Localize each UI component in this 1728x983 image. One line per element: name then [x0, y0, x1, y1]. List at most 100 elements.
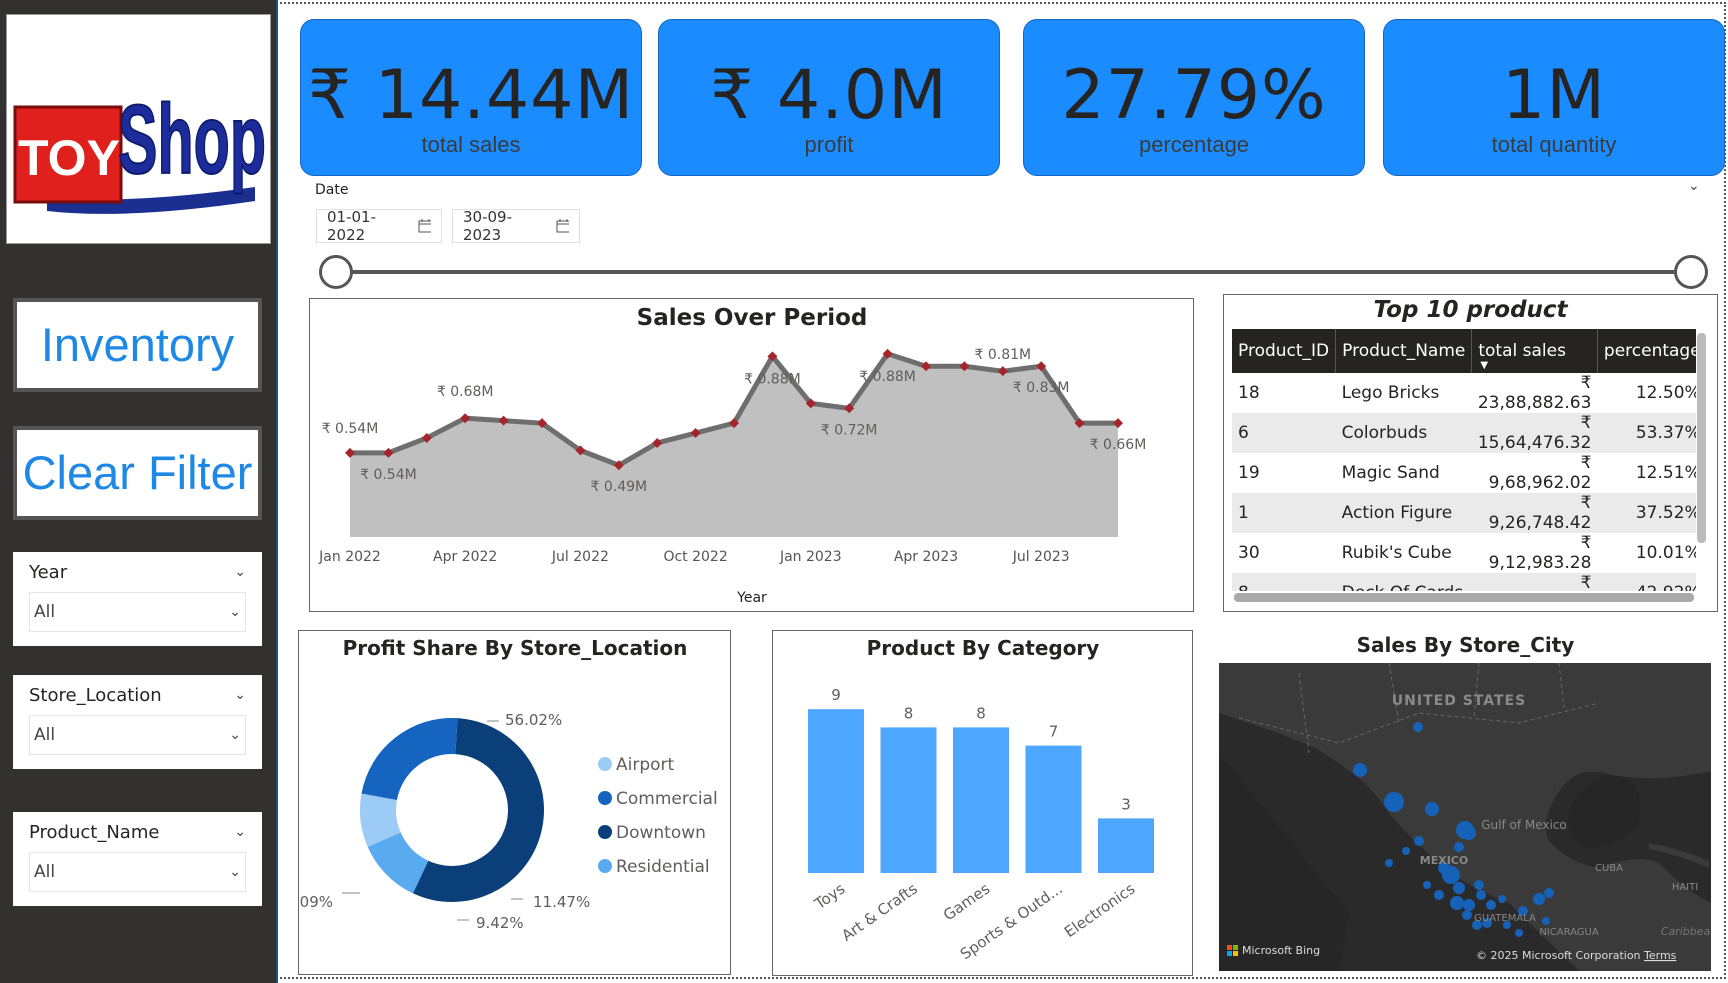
sales-data-label: ₹ 0.54M	[360, 467, 417, 483]
table-cell: 12.51%	[1635, 463, 1696, 483]
table-cell: 42.92%	[1597, 573, 1696, 591]
sales-data-label: ₹ 0.49M	[590, 479, 647, 495]
sales-x-tick: Apr 2023	[894, 549, 958, 565]
toyshop-logo: TOY Shop	[6, 14, 271, 244]
kpi-percentage: 27.79% percentage	[1023, 19, 1365, 176]
chevron-down-icon: ⌄	[229, 864, 241, 880]
category-bar[interactable]	[808, 709, 864, 873]
legend-label[interactable]: Residential	[616, 857, 710, 877]
table-row[interactable]: 1 Action Figure ₹ 9,26,748.42 37.52%	[1232, 493, 1696, 533]
end-date-value: 30-09-2023	[463, 208, 512, 244]
year-slicer: Year ⌄ All ⌄	[13, 552, 262, 646]
calendar-icon[interactable]	[418, 219, 431, 233]
map-label-gulf: Gulf of Mexico	[1481, 818, 1567, 832]
chevron-down-icon[interactable]: ⌄	[234, 687, 246, 703]
donut-slice[interactable]	[361, 718, 458, 800]
kpi-total-sales-label: total sales	[421, 132, 521, 157]
bar-category-label: Electronics	[1061, 879, 1138, 941]
top10-table: Product_ID Product_Name total sales ▼ per…	[1232, 329, 1696, 591]
year-dropdown-value: All	[34, 602, 56, 622]
col-product-name[interactable]: Product_Name	[1335, 329, 1473, 373]
sales-area	[350, 353, 1118, 537]
kpi-total-quantity: 1M total quantity	[1383, 19, 1725, 176]
horizontal-scrollbar[interactable]	[1234, 593, 1694, 602]
donut-label: 9.42%	[476, 914, 524, 932]
category-bar[interactable]	[953, 727, 1009, 873]
date-range-start-handle[interactable]	[319, 255, 353, 289]
table-row[interactable]: 19 Magic Sand ₹ 9,68,962.02 12.51%	[1232, 453, 1696, 493]
table-cell: Action Figure	[1335, 493, 1472, 533]
clear-filter-button[interactable]: Clear Filter	[13, 426, 262, 520]
vertical-scrollbar[interactable]	[1697, 333, 1706, 543]
col-percentage[interactable]: percentage	[1597, 329, 1696, 373]
sales-x-tick: Oct 2022	[663, 549, 727, 565]
table-row[interactable]: 8Deck Of Cards₹ 5,87,397.6642.92%	[1232, 573, 1696, 591]
table-cell: Lego Bricks	[1341, 383, 1440, 403]
table-cell: Rubik's Cube	[1341, 543, 1452, 563]
map-label-cuba: CUBA	[1595, 863, 1623, 874]
sales-chart-xlabel: Year	[736, 590, 767, 606]
sales-over-period-chart: Sales Over Period Jan 2022 Apr 2022 Jul 20…	[318, 305, 1146, 606]
table-row[interactable]: 18 Lego Bricks ₹ 23,88,882.63 12.50%	[1232, 373, 1696, 413]
calendar-icon[interactable]	[556, 219, 570, 233]
sales-x-tick: Jul 2023	[1012, 549, 1070, 565]
top10-table-wrap[interactable]: Product_ID Product_Name total sales ▼ per…	[1232, 329, 1696, 591]
sales-by-city-map[interactable]: UNITED STATES Gulf of Mexico MEXICO CUBA…	[1219, 663, 1711, 971]
col-product-id[interactable]: Product_ID	[1232, 329, 1337, 373]
inventory-button[interactable]: Inventory	[13, 298, 262, 392]
sales-data-label: ₹ 0.72M	[821, 422, 878, 438]
sales-data-label: ₹ 0.83M	[1013, 380, 1070, 396]
table-cell: 37.52%	[1597, 493, 1696, 533]
chevron-down-icon[interactable]: ⌄	[1688, 178, 1700, 194]
legend-marker	[598, 757, 612, 771]
legend-marker	[598, 791, 612, 805]
table-cell: 8	[1232, 573, 1336, 591]
end-date-input[interactable]: 30-09-2023	[452, 208, 580, 244]
product-name-slicer-label: Product_Name	[29, 821, 160, 843]
table-cell: Deck Of Cards	[1335, 573, 1472, 591]
date-range-end-handle[interactable]	[1674, 255, 1708, 289]
chevron-down-icon: ⌄	[229, 727, 241, 743]
bar-value-label: 3	[1121, 795, 1131, 813]
table-cell: ₹ 9,12,983.28	[1488, 533, 1592, 573]
bing-attribution: Microsoft Bing	[1242, 944, 1320, 957]
year-slicer-label: Year	[29, 561, 68, 583]
map-terms-link[interactable]: Terms	[1643, 949, 1677, 962]
sales-x-tick: Jul 2022	[551, 549, 609, 565]
sales-x-tick: Apr 2022	[433, 549, 497, 565]
table-cell: ₹ 9,26,748.42	[1471, 493, 1598, 533]
map-label-us: UNITED STATES	[1392, 693, 1526, 709]
map-label-caribbean: Caribbean	[1661, 925, 1711, 938]
year-dropdown[interactable]: All ⌄	[29, 592, 246, 632]
date-range-track[interactable]	[336, 270, 1691, 274]
table-cell: 12.50%	[1635, 383, 1696, 403]
sales-data-label: ₹ 0.88M	[859, 369, 916, 385]
map-label-haiti: HAITI	[1672, 882, 1698, 893]
sales-over-period-panel: Sales Over Period Jan 2022 Apr 2022 Jul 20…	[309, 298, 1194, 612]
legend-label[interactable]: Airport	[616, 755, 675, 775]
category-bar[interactable]	[1025, 745, 1082, 873]
bar-value-label: 7	[1049, 723, 1059, 741]
legend-label[interactable]: Commercial	[616, 789, 718, 809]
kpi-percentage-label: percentage	[1138, 132, 1250, 157]
kpi-percentage-value: 27.79%	[1061, 56, 1327, 135]
table-cell: 1	[1232, 493, 1336, 533]
product-by-category-chart: Product By Category 9 Toys 8 Art & Crafts 8 G…	[808, 636, 1154, 963]
legend-label[interactable]: Downtown	[616, 823, 706, 843]
table-row[interactable]: 6 Colorbuds ₹ 15,64,476.32 53.37%	[1232, 413, 1696, 453]
store-location-dropdown[interactable]: All ⌄	[29, 715, 246, 755]
start-date-input[interactable]: 01-01-2022	[316, 208, 442, 244]
sales-x-tick: Jan 2023	[779, 549, 842, 565]
product-name-dropdown[interactable]: All ⌄	[29, 852, 246, 892]
top10-product-panel: Top 10 product Product_ID Product_Name t…	[1223, 294, 1718, 612]
col-total-sales[interactable]: total sales ▼	[1471, 329, 1598, 373]
chevron-down-icon[interactable]: ⌄	[234, 824, 246, 840]
table-row[interactable]: 30 Rubik's Cube ₹ 9,12,983.28 10.01%	[1232, 533, 1696, 573]
category-bar[interactable]	[1098, 818, 1154, 873]
map-graphic: UNITED STATES Gulf of Mexico MEXICO CUBA…	[1219, 663, 1711, 971]
store-location-slicer: Store_Location ⌄ All ⌄	[13, 675, 262, 769]
chevron-down-icon[interactable]: ⌄	[234, 564, 246, 580]
category-bar[interactable]	[880, 727, 937, 873]
donut-label: 11.47%	[533, 893, 590, 911]
bar-value-label: 8	[904, 704, 914, 722]
